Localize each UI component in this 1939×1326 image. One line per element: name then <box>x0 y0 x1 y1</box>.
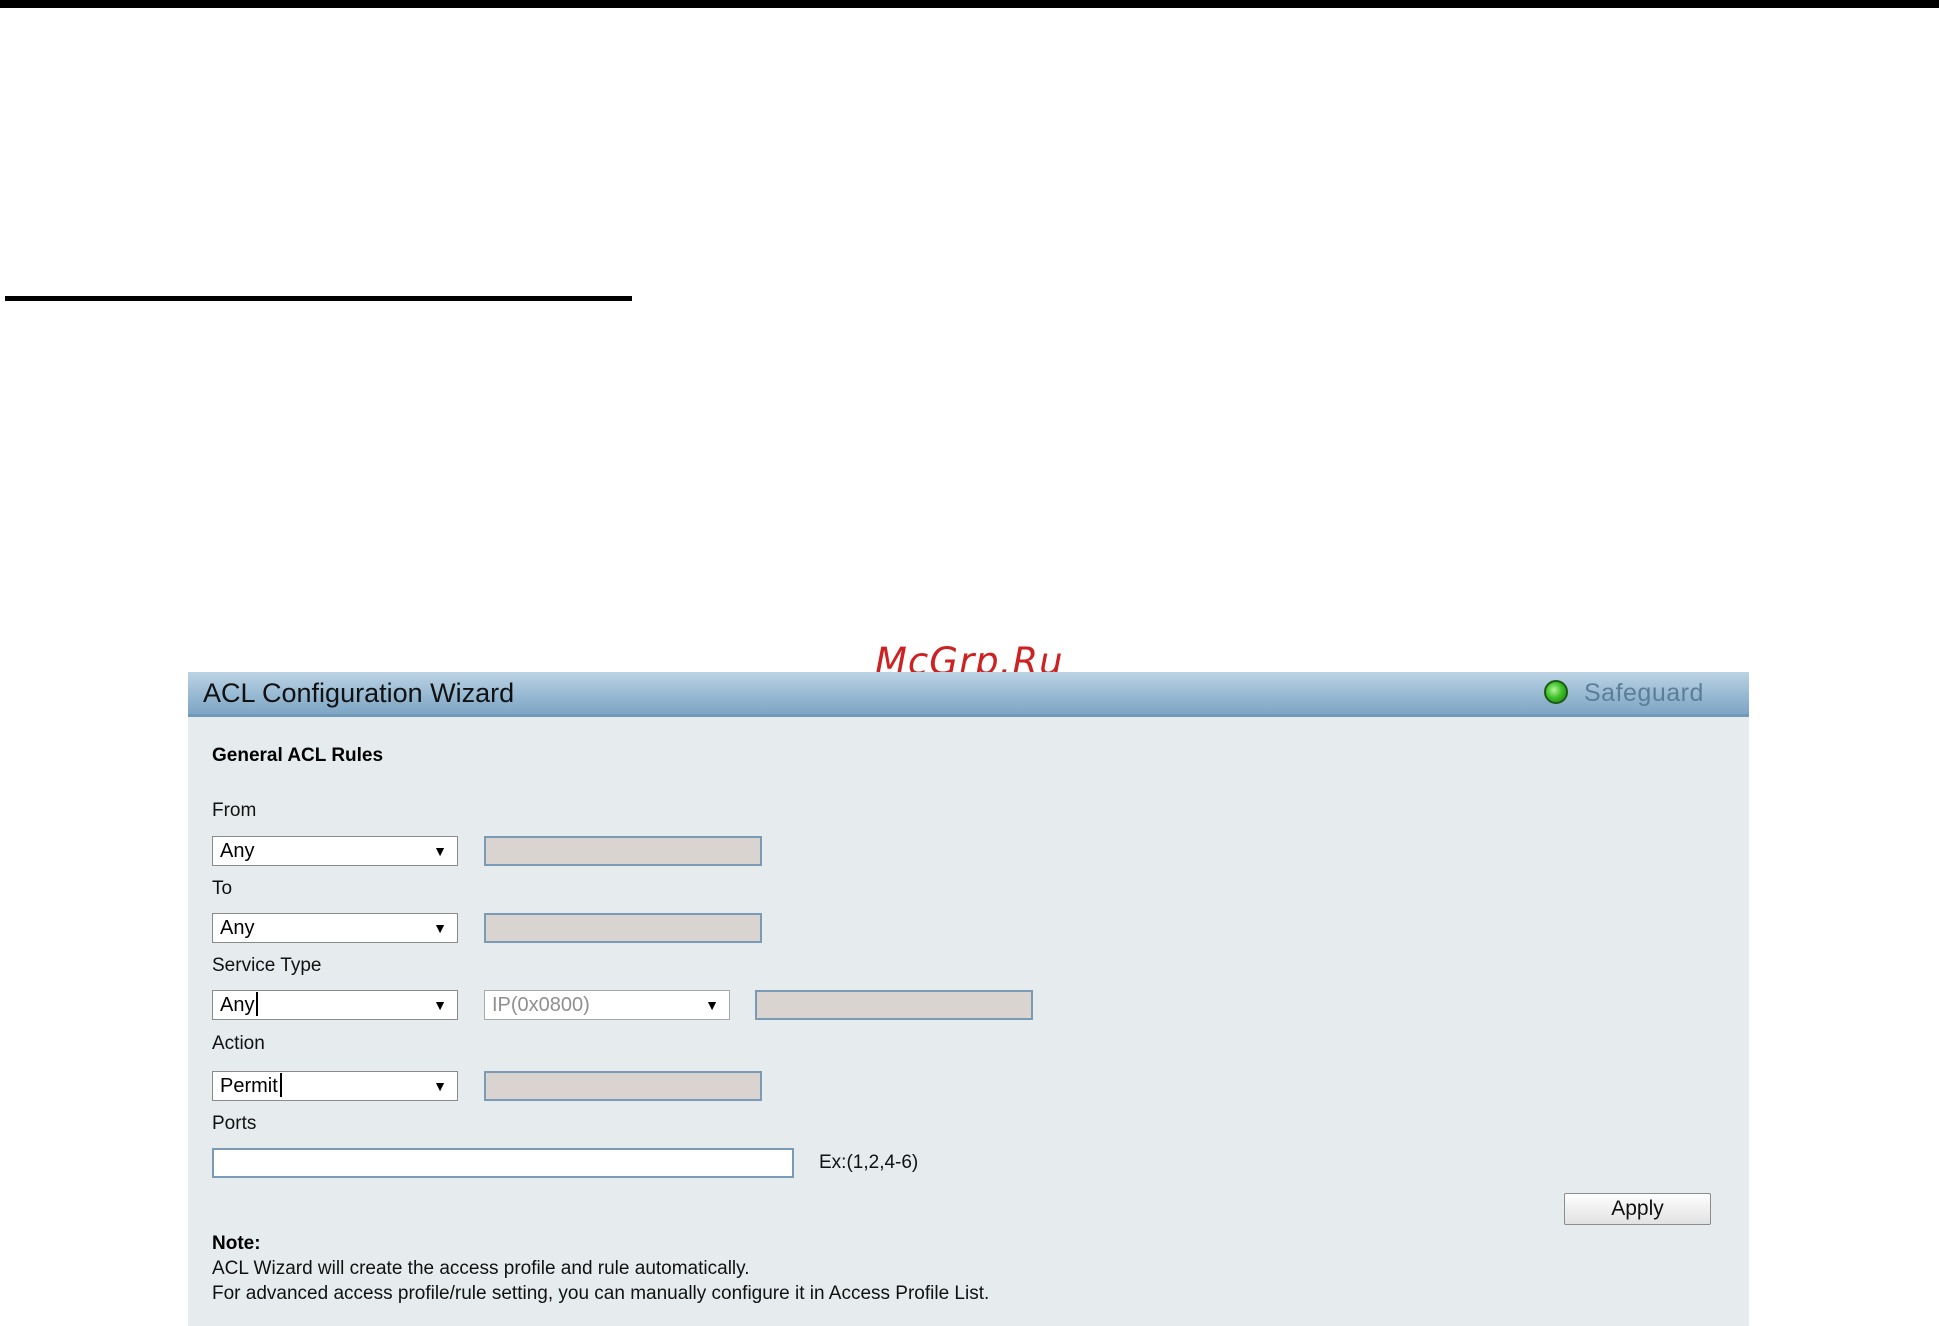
chevron-down-icon: ▼ <box>705 997 719 1013</box>
service-type-select[interactable]: Any ▼ <box>212 990 458 1020</box>
section-title: General ACL Rules <box>212 745 384 766</box>
from-value-field <box>484 836 762 866</box>
from-select[interactable]: Any ▼ <box>212 836 458 866</box>
to-select[interactable]: Any ▼ <box>212 913 458 943</box>
chevron-down-icon: ▼ <box>433 997 447 1013</box>
to-select-value: Any <box>220 917 255 939</box>
action-select-value: Permit <box>220 1075 278 1097</box>
from-select-value: Any <box>220 840 255 862</box>
service-type-value-field <box>755 990 1033 1020</box>
from-label: From <box>212 800 257 821</box>
ports-input[interactable] <box>212 1148 794 1178</box>
text-cursor <box>279 1072 282 1097</box>
form-area: General ACL Rules From Any ▼ To Any ▼ Se… <box>188 0 1749 1326</box>
to-value-field <box>484 913 762 943</box>
service-type-label: Service Type <box>212 955 322 976</box>
note-line-2: For advanced access profile/rule setting… <box>212 1283 990 1304</box>
note-line-1: ACL Wizard will create the access profil… <box>212 1258 750 1279</box>
text-cursor <box>256 991 259 1016</box>
chevron-down-icon: ▼ <box>433 1078 447 1094</box>
ports-hint: Ex:(1,2,4-6) <box>819 1152 919 1173</box>
note-title: Note: <box>212 1233 261 1254</box>
ports-label: Ports <box>212 1113 257 1134</box>
action-select[interactable]: Permit ▼ <box>212 1071 458 1101</box>
action-label: Action <box>212 1033 265 1054</box>
protocol-select-value: IP(0x0800) <box>492 994 590 1016</box>
to-label: To <box>212 878 233 899</box>
service-type-select-value: Any <box>220 994 255 1016</box>
action-value-field <box>484 1071 762 1101</box>
protocol-select[interactable]: IP(0x0800) ▼ <box>484 990 730 1020</box>
chevron-down-icon: ▼ <box>433 843 447 859</box>
chevron-down-icon: ▼ <box>433 920 447 936</box>
apply-button[interactable]: Apply <box>1564 1193 1711 1225</box>
